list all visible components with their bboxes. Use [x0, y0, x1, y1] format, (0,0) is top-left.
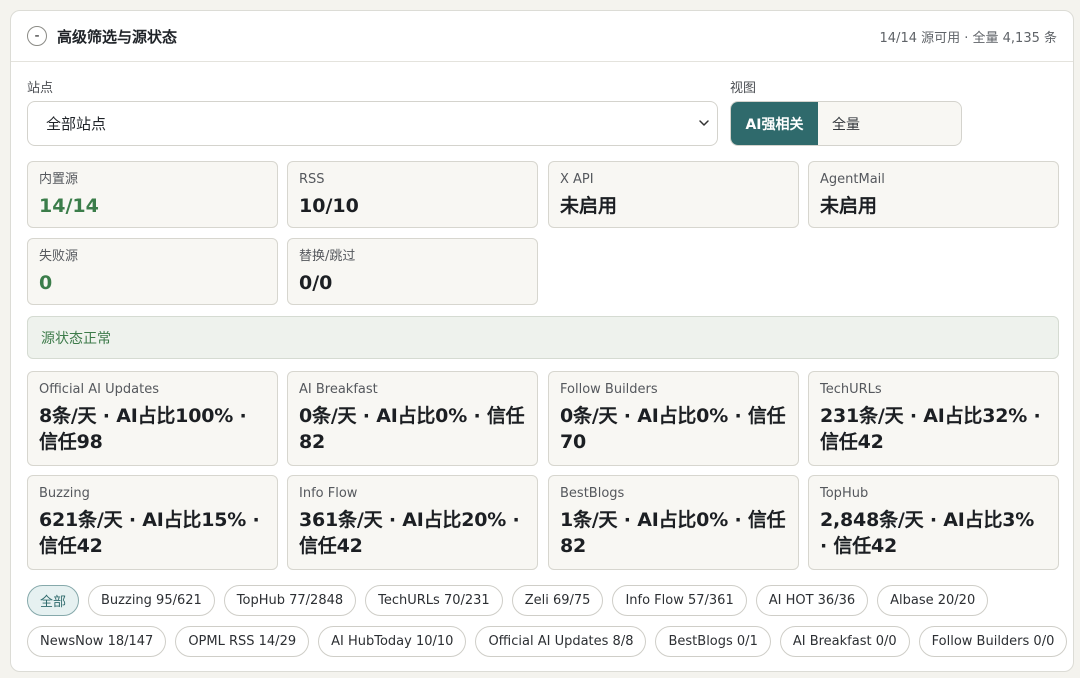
source-detail: 231条/天 · AI占比32% · 信任42 [820, 405, 1041, 453]
chip-opml-rss[interactable]: OPML RSS 14/29 [175, 626, 310, 657]
view-label: 视图 [730, 81, 757, 96]
status-message: 源状态正常 [27, 316, 1059, 359]
chip-newsnow[interactable]: NewsNow 18/147 [27, 626, 167, 657]
stat-card-agentmail: AgentMail 未启用 [808, 161, 1059, 228]
chip-ai-hot[interactable]: AI HOT 36/36 [755, 585, 869, 616]
stat-value: 0/0 [299, 272, 333, 294]
source-name: Info Flow [299, 486, 358, 501]
panel-title: 高级筛选与源状态 [57, 27, 178, 46]
source-card: AI Breakfast 0条/天 · AI占比0% · 信任82 [287, 371, 538, 466]
stat-value: 未启用 [560, 195, 618, 217]
chip-techurls[interactable]: TechURLs 70/231 [365, 585, 503, 616]
chevron-down-icon [699, 120, 709, 126]
site-select[interactable]: 全部站点 [27, 101, 718, 146]
source-detail: 2,848条/天 · AI占比3% · 信任42 [820, 509, 1035, 557]
source-filter-chips: 全部 Buzzing 95/621 TopHub 77/2848 TechURL… [27, 585, 1068, 667]
stat-card-rss: RSS 10/10 [287, 161, 538, 228]
stat-value: 0 [39, 272, 53, 294]
stat-label: 失败源 [39, 249, 79, 264]
stat-card-replaced-skipped: 替换/跳过 0/0 [287, 238, 538, 305]
source-name: Official AI Updates [39, 382, 159, 397]
view-toggle: AI强相关 全量 [730, 101, 962, 146]
chip-zeli[interactable]: Zeli 69/75 [511, 585, 604, 616]
stat-card-builtin: 内置源 14/14 [27, 161, 278, 228]
stat-value: 未启用 [820, 195, 878, 217]
filter-panel: - 高级筛选与源状态 14/14 源可用 · 全量 4,135 条 站点 全部站… [10, 10, 1074, 672]
source-detail: 621条/天 · AI占比15% · 信任42 [39, 509, 260, 557]
chip-all[interactable]: 全部 [27, 585, 80, 616]
panel-header: - 高级筛选与源状态 14/14 源可用 · 全量 4,135 条 [11, 11, 1073, 62]
chip-info-flow[interactable]: Info Flow 57/361 [612, 585, 747, 616]
source-card: Follow Builders 0条/天 · AI占比0% · 信任70 [548, 371, 799, 466]
chip-ai-hubtoday[interactable]: AI HubToday 10/10 [318, 626, 467, 657]
chip-row: NewsNow 18/147 OPML RSS 14/29 AI HubToda… [27, 626, 1068, 657]
source-card: Buzzing 621条/天 · AI占比15% · 信任42 [27, 475, 278, 570]
stat-value: 10/10 [299, 195, 359, 217]
source-detail: 0条/天 · AI占比0% · 信任82 [299, 405, 525, 453]
stat-card-failed: 失败源 0 [27, 238, 278, 305]
source-card: Official AI Updates 8条/天 · AI占比100% · 信任… [27, 371, 278, 466]
minus-icon: - [34, 28, 40, 44]
stat-label: RSS [299, 172, 325, 187]
source-name: TopHub [820, 486, 869, 501]
source-name: Follow Builders [560, 382, 658, 397]
chip-albase[interactable]: Albase 20/20 [877, 585, 989, 616]
chip-bestblogs[interactable]: BestBlogs 0/1 [655, 626, 771, 657]
source-detail: 0条/天 · AI占比0% · 信任70 [560, 405, 786, 453]
stat-label: AgentMail [820, 172, 885, 187]
site-select-value: 全部站点 [46, 115, 107, 133]
chip-tophub[interactable]: TopHub 77/2848 [223, 585, 357, 616]
source-detail: 361条/天 · AI占比20% · 信任42 [299, 509, 520, 557]
collapse-toggle-button[interactable]: - [27, 26, 47, 46]
source-detail: 1条/天 · AI占比0% · 信任82 [560, 509, 786, 557]
site-label: 站点 [27, 81, 54, 96]
view-ai-related-button[interactable]: AI强相关 [731, 102, 818, 145]
source-name: Buzzing [39, 486, 90, 501]
chip-row: 全部 Buzzing 95/621 TopHub 77/2848 TechURL… [27, 585, 1067, 616]
chip-ai-breakfast[interactable]: AI Breakfast 0/0 [779, 626, 910, 657]
chip-follow-builders[interactable]: Follow Builders 0/0 [918, 626, 1068, 657]
stat-card-x-api: X API 未启用 [548, 161, 799, 228]
source-detail: 8条/天 · AI占比100% · 信任98 [39, 405, 247, 453]
source-card: TechURLs 231条/天 · AI占比32% · 信任42 [808, 371, 1059, 466]
stat-label: 内置源 [39, 172, 79, 187]
stat-label: X API [560, 172, 594, 187]
source-card: TopHub 2,848条/天 · AI占比3% · 信任42 [808, 475, 1059, 570]
stat-label: 替换/跳过 [299, 249, 356, 264]
source-card: Info Flow 361条/天 · AI占比20% · 信任42 [287, 475, 538, 570]
source-name: AI Breakfast [299, 382, 378, 397]
view-all-button[interactable]: 全量 [818, 102, 961, 145]
chip-official-ai-updates[interactable]: Official AI Updates 8/8 [475, 626, 647, 657]
source-name: TechURLs [820, 382, 882, 397]
source-name: BestBlogs [560, 486, 625, 501]
source-summary: 14/14 源可用 · 全量 4,135 条 [879, 30, 1057, 46]
source-card: BestBlogs 1条/天 · AI占比0% · 信任82 [548, 475, 799, 570]
stat-value: 14/14 [39, 195, 99, 217]
chip-buzzing[interactable]: Buzzing 95/621 [88, 585, 215, 616]
